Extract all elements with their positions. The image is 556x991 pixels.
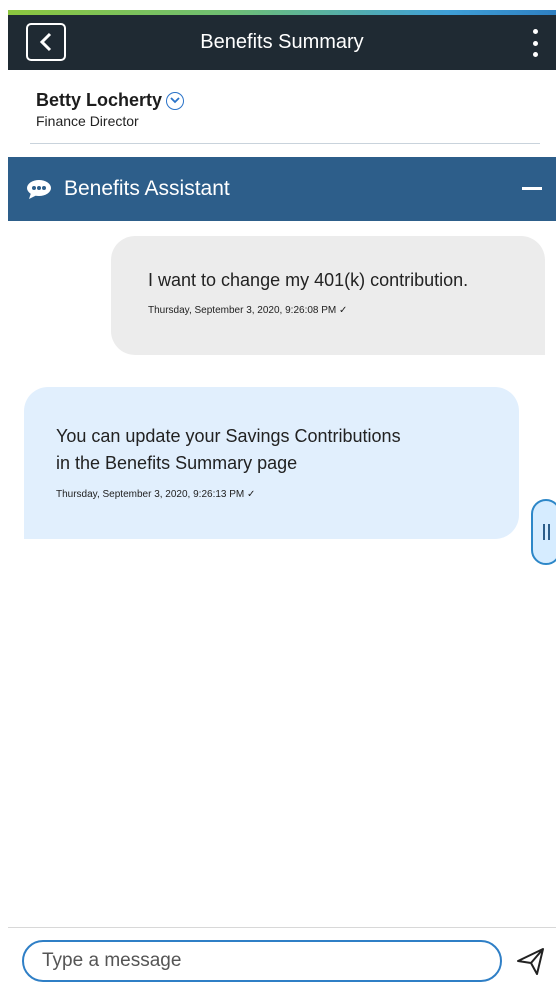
send-icon[interactable]: [515, 945, 547, 977]
user-message: I want to change my 401(k) contribution.…: [111, 236, 545, 355]
message-text: You can update your Savings Contribution…: [56, 426, 401, 473]
message-text: I want to change my 401(k) contribution.: [148, 270, 469, 290]
message-timestamp: Thursday, September 3, 2020, 9:26:13 PM …: [56, 489, 256, 500]
minimize-icon[interactable]: [522, 187, 542, 190]
vertical-ellipsis-icon: [532, 29, 538, 34]
chevron-down-circle-icon[interactable]: [166, 91, 185, 110]
assistant-panel-header: Benefits Assistant: [8, 157, 556, 221]
message-input[interactable]: [22, 940, 502, 982]
divider: [30, 143, 540, 144]
chat-bubble-icon: [27, 180, 51, 199]
divider: [8, 927, 556, 928]
bot-message: You can update your Savings Contribution…: [24, 387, 519, 539]
back-button[interactable]: [26, 23, 66, 61]
user-info: Betty Locherty Finance Director: [36, 90, 185, 129]
pause-icon: [542, 524, 545, 540]
chevron-left-icon: [39, 32, 52, 52]
message-timestamp: Thursday, September 3, 2020, 9:26:08 PM …: [148, 305, 348, 316]
side-panel-handle[interactable]: [531, 499, 556, 565]
assistant-title: Benefits Assistant: [64, 177, 230, 200]
user-role: Finance Director: [36, 113, 139, 129]
page-title: Benefits Summary: [200, 31, 364, 53]
app-header: Benefits Summary: [8, 15, 556, 70]
user-name: Betty Locherty: [36, 90, 163, 110]
more-options-button[interactable]: [530, 29, 540, 57]
